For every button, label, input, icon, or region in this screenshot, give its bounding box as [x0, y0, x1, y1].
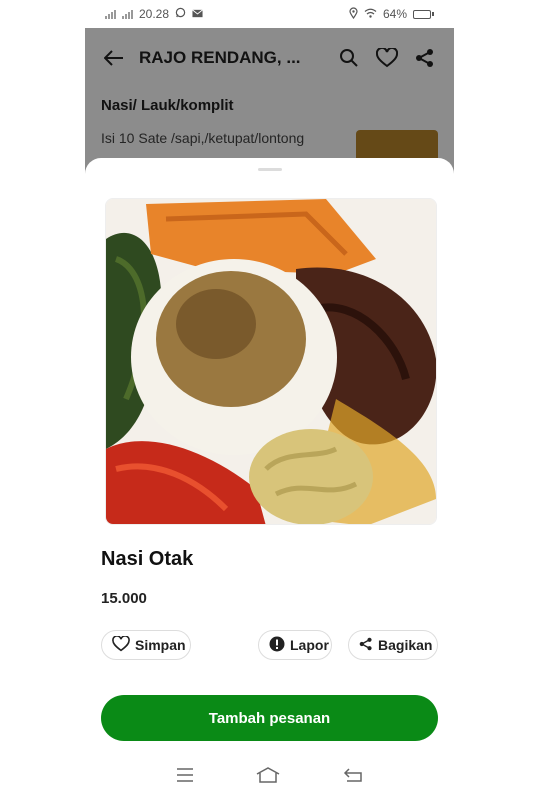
wifi-icon — [364, 7, 377, 21]
sheet-drag-handle[interactable] — [258, 168, 282, 171]
signal-icon-2 — [122, 9, 133, 19]
share-label: Bagikan — [378, 637, 433, 653]
product-bottom-sheet: Nasi Otak 15.000 Simpan Lapor Bagikan Ta… — [85, 158, 454, 755]
back-icon[interactable] — [343, 768, 363, 787]
save-button[interactable]: Simpan — [101, 630, 191, 660]
alert-circle-icon — [269, 636, 285, 655]
battery-percent: 64% — [382, 7, 407, 21]
signal-icon — [105, 9, 116, 19]
status-time: 20.28 — [139, 7, 170, 21]
status-bar: 20.28 64% — [85, 0, 454, 28]
share-small-icon — [359, 637, 373, 654]
add-order-button[interactable]: Tambah pesanan — [101, 695, 438, 741]
product-photo — [105, 198, 437, 525]
battery-icon — [413, 9, 434, 19]
heart-icon — [112, 634, 130, 655]
status-left: 20.28 — [105, 7, 203, 21]
home-icon[interactable] — [256, 767, 280, 788]
save-label: Simpan — [135, 637, 186, 653]
product-name: Nasi Otak — [101, 548, 194, 570]
whatsapp-icon — [175, 7, 186, 21]
location-icon — [349, 6, 358, 22]
status-right: 64% — [349, 6, 434, 22]
report-label: Lapor — [290, 637, 329, 653]
system-navigation-bar — [85, 755, 454, 800]
share-button[interactable]: Bagikan — [348, 630, 438, 660]
mail-icon — [192, 7, 203, 21]
report-button[interactable]: Lapor — [258, 630, 332, 660]
product-price: 15.000 — [101, 590, 147, 607]
menu-icon[interactable] — [176, 768, 194, 787]
